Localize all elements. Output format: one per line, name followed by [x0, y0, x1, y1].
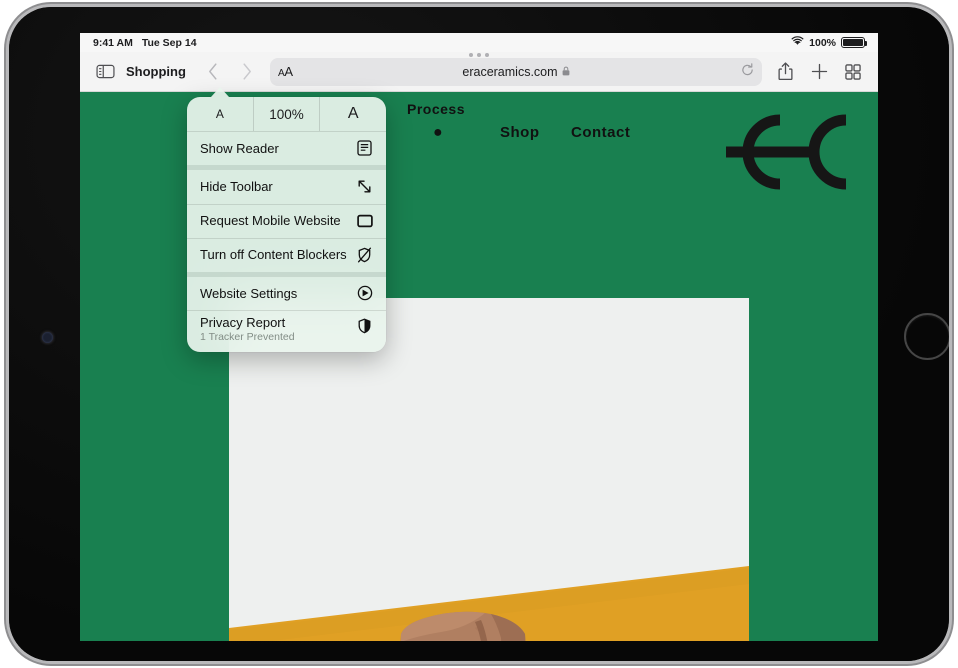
arrows-diagonal-icon — [356, 178, 373, 195]
increase-text-size-button[interactable]: A — [320, 97, 386, 131]
nav-link-shop[interactable]: Shop — [500, 124, 540, 141]
menu-caret — [211, 87, 229, 97]
wifi-icon — [791, 36, 804, 49]
status-bar-right: 100% — [791, 36, 868, 49]
lock-icon — [562, 65, 570, 79]
privacy-report-text: Privacy Report 1 Tracker Prevented — [200, 315, 356, 343]
menu-item-privacy-report[interactable]: Privacy Report 1 Tracker Prevented — [187, 311, 386, 352]
url-display: eraceramics.com — [270, 65, 762, 79]
reader-icon — [356, 140, 373, 157]
text-size-value[interactable]: 100% — [254, 97, 321, 131]
decrease-text-size-button[interactable]: A — [187, 97, 254, 131]
forward-button[interactable] — [232, 57, 262, 87]
multitask-dot — [485, 53, 489, 57]
aa-settings-menu: A 100% A Show Reader Hide Toolbar Reques… — [187, 97, 386, 352]
menu-item-hide-toolbar[interactable]: Hide Toolbar — [187, 170, 386, 204]
menu-item-sublabel: 1 Tracker Prevented — [200, 330, 295, 343]
menu-item-turn-off-content-blockers[interactable]: Turn off Content Blockers — [187, 238, 386, 272]
tab-group-title[interactable]: Shopping — [126, 64, 186, 79]
home-button[interactable] — [904, 313, 949, 360]
ipad-device: 9:41 AM Tue Sep 14 100% Shopping A A era… — [9, 7, 949, 661]
nav-bullet-icon: ● — [433, 124, 444, 141]
multitask-dot — [469, 53, 473, 57]
menu-item-label: Request Mobile Website — [200, 213, 341, 229]
tab-overview-icon[interactable] — [838, 57, 868, 87]
status-date: Tue Sep 14 — [141, 36, 197, 49]
status-time: 9:41 AM — [93, 36, 133, 49]
menu-item-website-settings[interactable]: Website Settings — [187, 277, 386, 311]
menu-item-label: Website Settings — [200, 285, 298, 301]
sidebar-icon[interactable] — [90, 57, 120, 87]
text-size-controls: A 100% A — [187, 97, 386, 131]
ipad-screen: 9:41 AM Tue Sep 14 100% Shopping A A era… — [80, 33, 878, 641]
share-icon[interactable] — [770, 57, 800, 87]
status-bar: 9:41 AM Tue Sep 14 100% — [80, 33, 878, 52]
url-text: eraceramics.com — [462, 64, 558, 79]
multitasking-dots[interactable] — [469, 53, 489, 57]
menu-item-label: Hide Toolbar — [200, 179, 273, 195]
status-bar-left: 9:41 AM Tue Sep 14 — [93, 37, 197, 49]
content-blocker-off-icon — [356, 246, 373, 263]
era-ceramics-logo[interactable] — [718, 112, 868, 192]
front-camera-icon — [42, 332, 53, 343]
privacy-shield-icon — [356, 318, 373, 335]
battery-icon — [841, 37, 868, 48]
gear-circle-icon — [356, 285, 373, 302]
multitask-dot — [477, 53, 481, 57]
aa-text-size-button[interactable]: AA — [278, 64, 293, 79]
battery-percent-label: 100% — [809, 36, 836, 49]
menu-item-show-reader[interactable]: Show Reader — [187, 132, 386, 166]
back-button[interactable] — [198, 57, 228, 87]
menu-item-label: Privacy Report — [200, 314, 286, 330]
browser-toolbar: Shopping AA eraceramics.com — [80, 52, 878, 92]
reload-icon[interactable] — [741, 63, 754, 80]
menu-item-label: Turn off Content Blockers — [200, 247, 347, 263]
nav-link-process[interactable]: Process — [407, 101, 465, 117]
aa-large: A — [284, 64, 293, 79]
nav-link-contact[interactable]: Contact — [571, 124, 630, 141]
menu-item-request-mobile-website[interactable]: Request Mobile Website — [187, 204, 386, 238]
address-bar[interactable]: AA eraceramics.com — [269, 57, 762, 86]
menu-item-label: Show Reader — [200, 140, 279, 156]
new-tab-icon[interactable] — [804, 57, 834, 87]
rectangle-icon — [356, 212, 373, 229]
